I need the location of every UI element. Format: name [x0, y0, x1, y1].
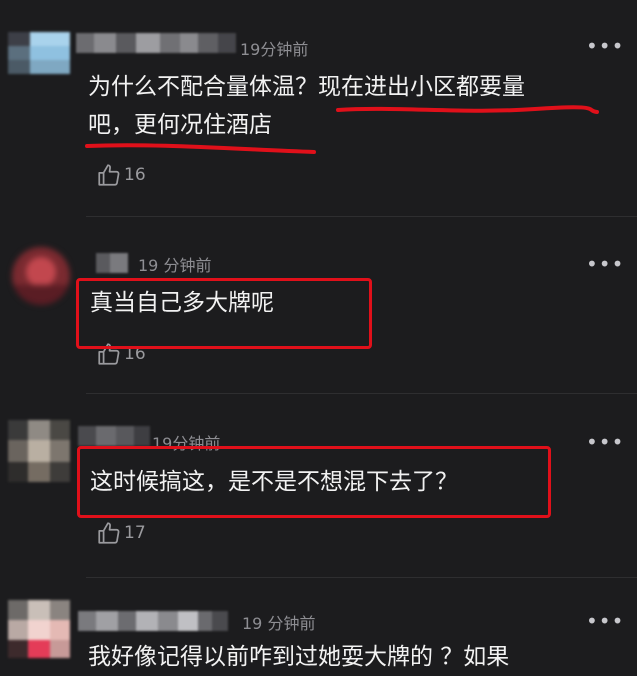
avatar[interactable]	[8, 32, 72, 74]
comment-text: 我好像记得以前咋到过她耍大牌的 ？如果	[88, 644, 510, 670]
username-blurred[interactable]	[78, 426, 150, 446]
avatar[interactable]	[8, 420, 70, 482]
thumbs-up-icon	[98, 164, 120, 186]
like-button[interactable]: 17	[96, 520, 146, 546]
comment-time: 19分钟前	[240, 40, 309, 59]
username-blurred[interactable]	[76, 33, 236, 53]
more-dots-icon[interactable]: •••	[586, 36, 624, 56]
like-count: 17	[124, 523, 146, 543]
avatar[interactable]	[12, 247, 70, 305]
comment-time: 19 分钟前	[242, 614, 316, 633]
comment-item: 19 分钟前 ••• 我好像记得以前咋到过她耍大牌的 ？如果	[0, 578, 637, 670]
red-underline-annotation	[336, 105, 599, 114]
username-blurred[interactable]	[78, 611, 228, 631]
red-box-annotation	[77, 446, 551, 518]
more-dots-icon[interactable]: •••	[586, 611, 624, 631]
comment-text-part: 吧，更何况住酒店	[88, 112, 272, 138]
comment-text-part: 现在进出小区都要量	[318, 74, 525, 100]
red-box-annotation	[76, 278, 372, 349]
thumbs-up-icon	[98, 522, 120, 544]
comment-time: 19 分钟前	[138, 256, 212, 275]
comment-text-part: 为什么不配合量体温？	[88, 74, 318, 100]
username-blurred[interactable]	[96, 253, 128, 273]
comment-item: 19分钟前 ••• 为什么不配合量体温？现在进出小区都要量 吧，更何况住酒店 1…	[0, 0, 637, 215]
like-button[interactable]: 16	[96, 162, 146, 188]
red-underline-annotation	[85, 143, 316, 154]
avatar[interactable]	[8, 600, 70, 658]
like-count: 16	[124, 165, 146, 185]
more-dots-icon[interactable]: •••	[586, 254, 624, 274]
more-dots-icon[interactable]: •••	[586, 432, 624, 452]
